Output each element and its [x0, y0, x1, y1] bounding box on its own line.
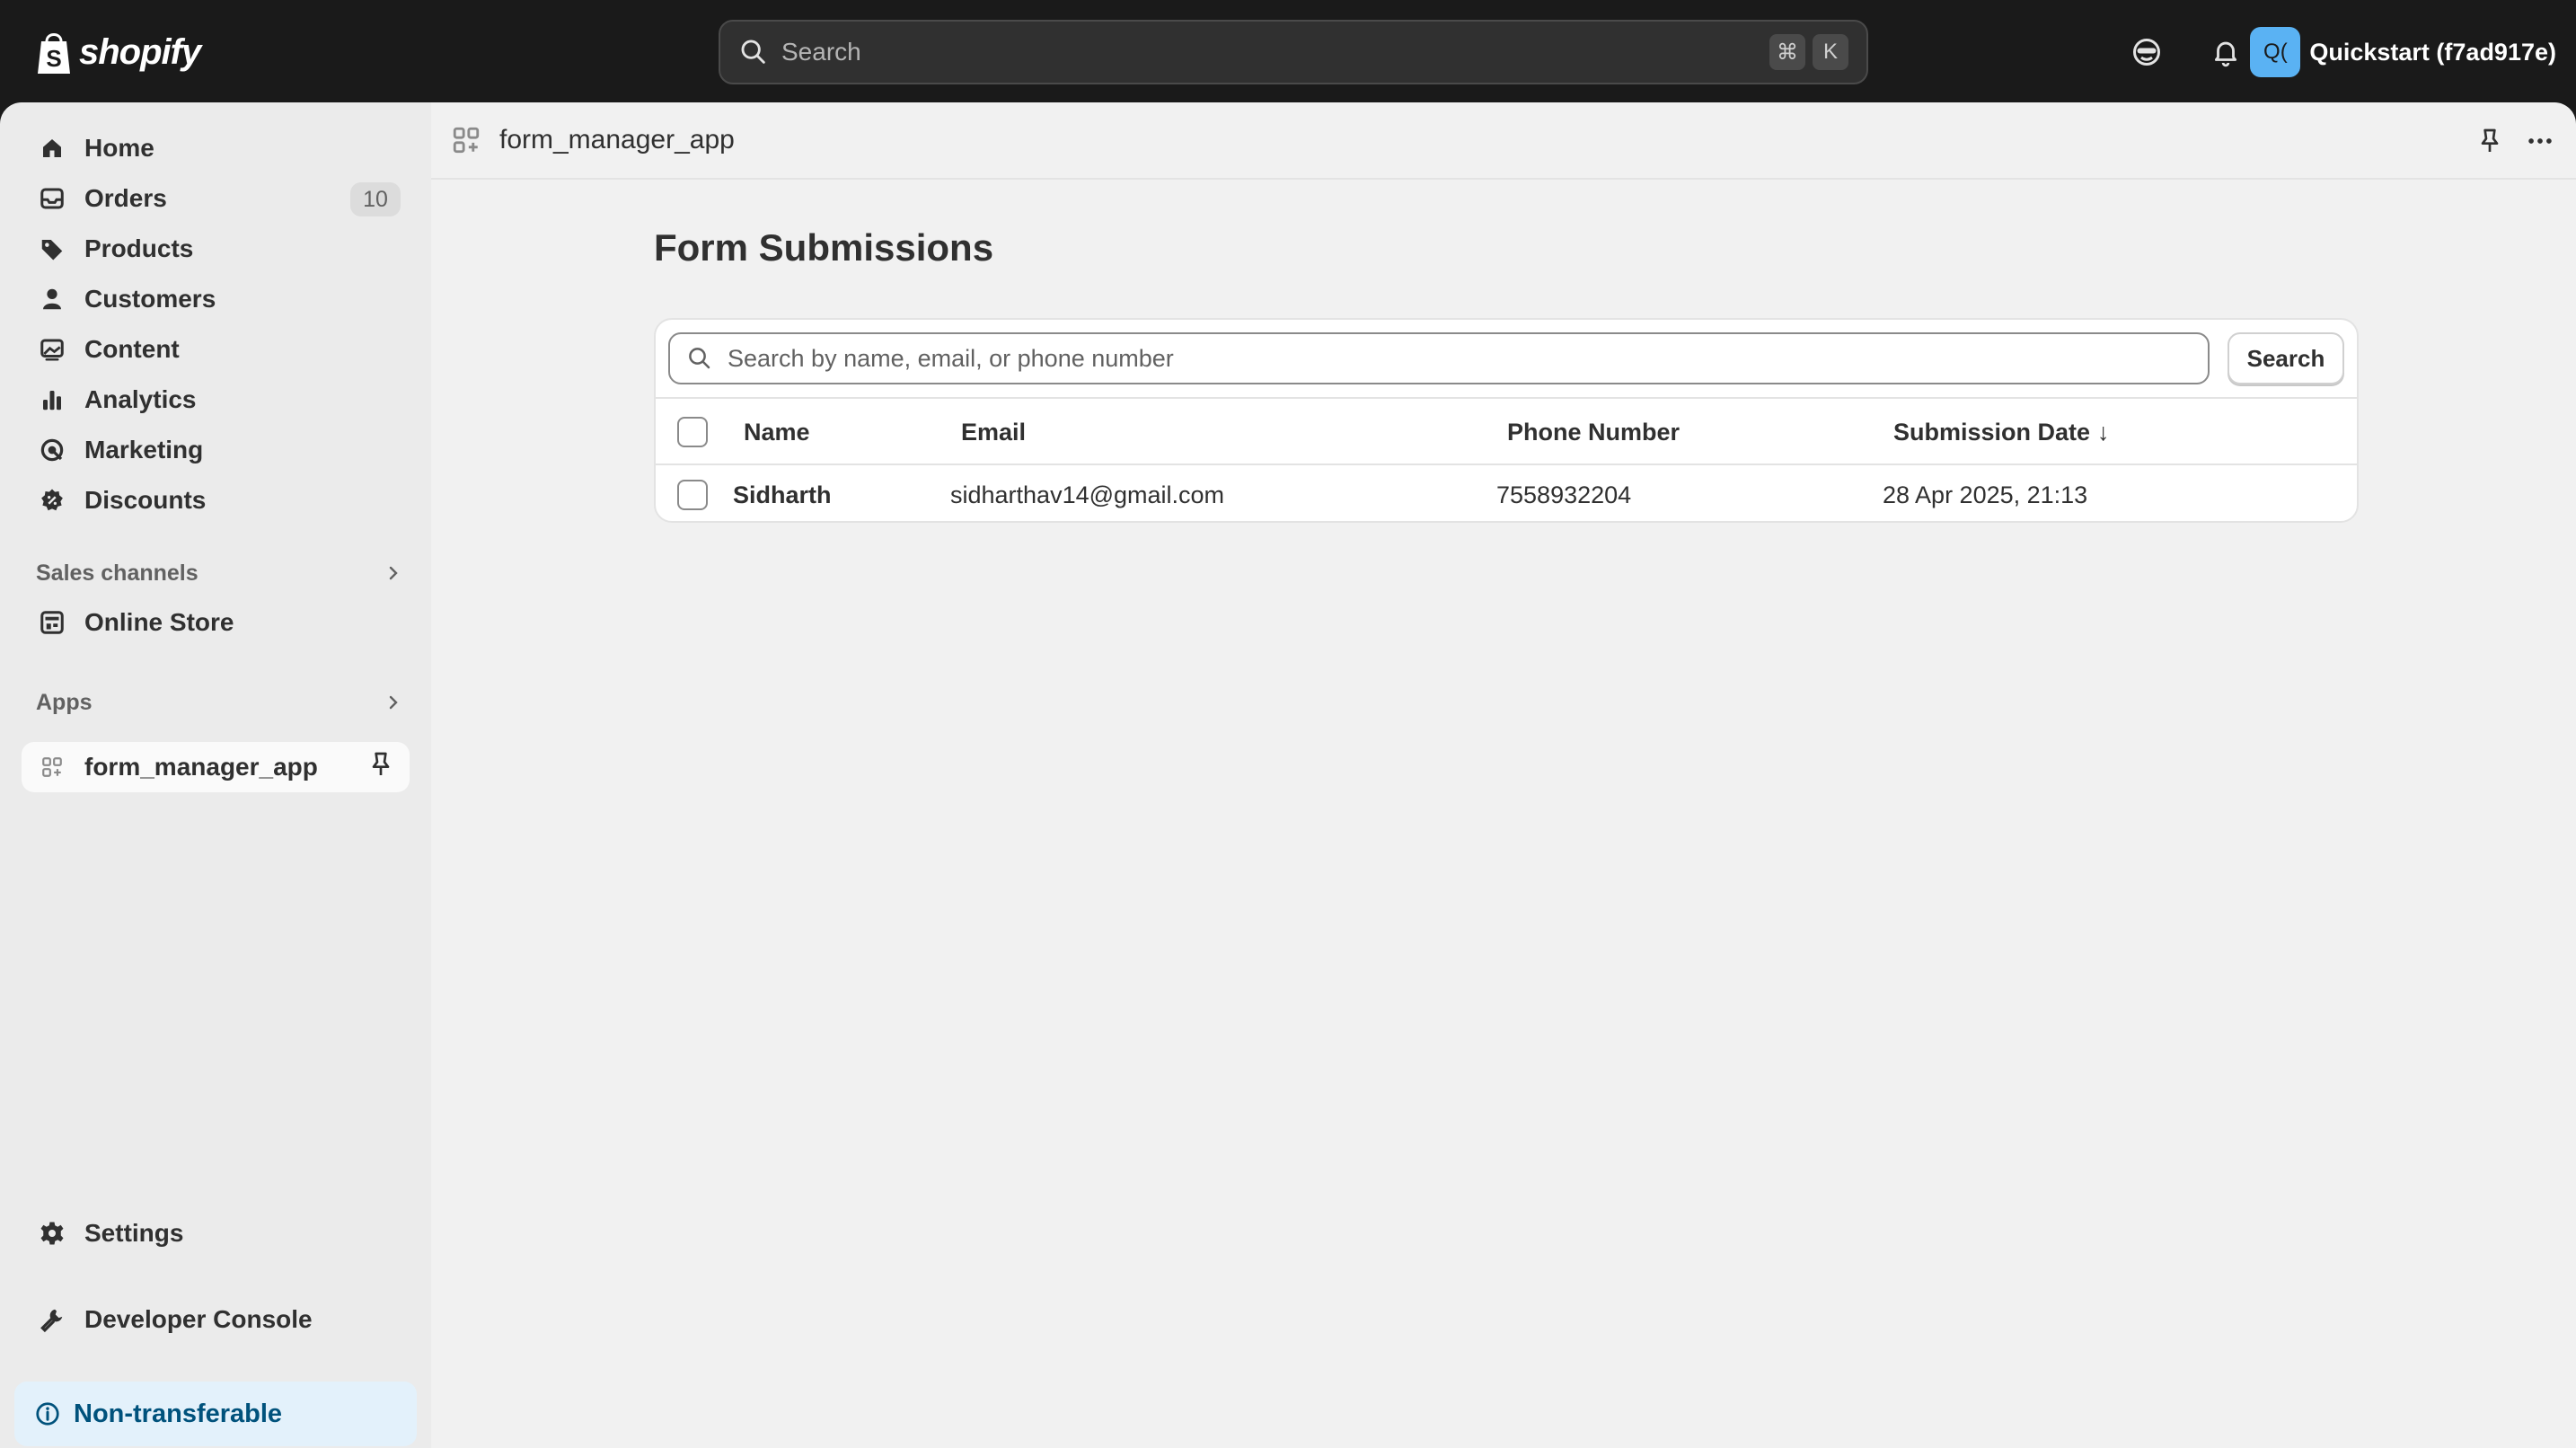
- cell-name: Sidharth: [733, 481, 832, 508]
- sidebar-item-analytics[interactable]: Analytics: [22, 377, 410, 422]
- page-title: Form Submissions: [654, 226, 994, 269]
- global-search-input[interactable]: [781, 38, 1762, 66]
- sidebar-item-content[interactable]: Content: [22, 327, 410, 372]
- svg-text:S: S: [46, 45, 61, 72]
- shortcut-cmd-key: ⌘: [1769, 34, 1805, 70]
- non-transferable-notice[interactable]: Non-transferable: [14, 1382, 417, 1446]
- ellipsis-icon: [2528, 138, 2552, 144]
- notifications-button[interactable]: [2204, 31, 2247, 74]
- sidebar-item-online-store[interactable]: Online Store: [22, 600, 410, 645]
- target-icon: [38, 436, 66, 464]
- sidebar-item-developer-console[interactable]: Developer Console: [22, 1297, 410, 1342]
- submissions-search-box[interactable]: [668, 332, 2210, 384]
- app-grid-icon: [38, 753, 66, 781]
- search-button[interactable]: Search: [2228, 332, 2344, 384]
- sidekick-button[interactable]: [2125, 31, 2168, 74]
- sidebar-item-products[interactable]: Products: [22, 226, 410, 271]
- main-content: form_manager_app Form Submissions Search…: [431, 102, 2576, 1448]
- cell-submission-date: 28 Apr 2025, 21:13: [1883, 481, 2088, 508]
- apps-header[interactable]: Apps: [36, 684, 404, 720]
- chevron-right-icon: [389, 695, 398, 710]
- shopify-bag-icon: S: [38, 33, 70, 74]
- account-name: Quickstart (f7ad917e): [2309, 38, 2556, 66]
- sales-channels-header[interactable]: Sales channels: [36, 555, 404, 591]
- column-header-phone[interactable]: Phone Number: [1507, 419, 1680, 446]
- table-row[interactable]: Sidharth sidharthav14@gmail.com 75589322…: [656, 465, 2357, 521]
- shortcut-k-key: K: [1813, 34, 1848, 70]
- sort-descending-icon: ↓: [2097, 419, 2110, 446]
- sidebar-item-label: Home: [84, 134, 154, 162]
- person-icon: [38, 285, 66, 313]
- sidebar-item-label: Online Store: [84, 608, 234, 636]
- table-header: Name Email Phone Number Submission Date …: [656, 399, 2357, 465]
- tag-icon: [38, 234, 66, 263]
- apps-label: Apps: [36, 689, 93, 715]
- shopify-logo[interactable]: S shopify: [34, 27, 201, 77]
- sidebar-item-form-manager-app[interactable]: form_manager_app: [22, 742, 410, 792]
- chevron-right-icon: [389, 566, 398, 580]
- row-checkbox[interactable]: [677, 480, 708, 510]
- sidebar-item-orders[interactable]: Orders 10: [22, 176, 410, 221]
- global-search-box[interactable]: ⌘ K: [719, 20, 1868, 84]
- wrench-icon: [38, 1305, 66, 1334]
- sidekick-icon: [2133, 39, 2160, 66]
- sidebar-item-label: Content: [84, 335, 180, 363]
- filter-row: Search: [656, 320, 2357, 399]
- app-title: form_manager_app: [499, 125, 735, 155]
- sidebar-item-home[interactable]: Home: [22, 126, 410, 171]
- bell-icon: [2214, 41, 2237, 67]
- sidebar-item-marketing[interactable]: Marketing: [22, 428, 410, 472]
- home-icon: [38, 134, 66, 163]
- search-icon: [689, 348, 710, 369]
- cell-email: sidharthav14@gmail.com: [950, 481, 1225, 508]
- gear-icon: [38, 1219, 66, 1248]
- sales-channels-label: Sales channels: [36, 560, 198, 586]
- app-grid-icon: [453, 127, 480, 154]
- submissions-card: Search Name Email Phone Number Submissio…: [654, 318, 2359, 523]
- cell-phone: 7558932204: [1496, 481, 1632, 508]
- column-header-name[interactable]: Name: [744, 419, 810, 446]
- sidebar-item-customers[interactable]: Customers: [22, 277, 410, 322]
- top-bar: S shopify ⌘ K Q( Quickstart (f7ad917e): [0, 0, 2576, 102]
- account-menu[interactable]: Q( Quickstart (f7ad917e): [2250, 27, 2556, 77]
- select-all-checkbox[interactable]: [677, 417, 708, 447]
- image-icon: [38, 335, 66, 364]
- column-header-submission-date[interactable]: Submission Date ↓: [1893, 419, 2110, 446]
- store-icon: [38, 608, 66, 637]
- column-header-email[interactable]: Email: [961, 419, 1026, 446]
- submissions-search-input[interactable]: [728, 344, 2208, 373]
- sidebar-item-label: Settings: [84, 1219, 184, 1247]
- sidebar-item-label: Discounts: [84, 486, 207, 514]
- sidebar-item-label: Customers: [84, 285, 216, 313]
- discount-icon: [38, 486, 66, 515]
- column-header-label: Submission Date: [1893, 419, 2091, 446]
- sidebar-item-label: Products: [84, 234, 194, 262]
- orders-count-badge: 10: [350, 182, 401, 216]
- more-actions-button[interactable]: [2519, 119, 2562, 163]
- logo-text: shopify: [79, 31, 201, 72]
- orders-icon: [38, 184, 66, 213]
- bar-chart-icon: [38, 385, 66, 414]
- pin-icon: [2481, 128, 2499, 152]
- sidebar-item-label: form_manager_app: [84, 753, 318, 781]
- search-icon: [741, 40, 765, 64]
- sidebar-item-discounts[interactable]: Discounts: [22, 478, 410, 523]
- app-header: form_manager_app: [431, 102, 2576, 180]
- sidebar-item-label: Marketing: [84, 436, 204, 464]
- sidebar-item-label: Orders: [84, 184, 167, 212]
- sidebar-item-label: Analytics: [84, 385, 197, 413]
- sidebar-item-label: Developer Console: [84, 1305, 313, 1333]
- pin-icon[interactable]: [366, 750, 395, 779]
- pin-app-button[interactable]: [2468, 119, 2511, 163]
- sidebar-item-settings[interactable]: Settings: [22, 1211, 410, 1256]
- sidebar: Home Orders 10 Products Customers Conten…: [0, 102, 431, 1448]
- info-icon: [36, 1402, 59, 1426]
- avatar: Q(: [2250, 27, 2301, 77]
- notice-label: Non-transferable: [74, 1399, 283, 1428]
